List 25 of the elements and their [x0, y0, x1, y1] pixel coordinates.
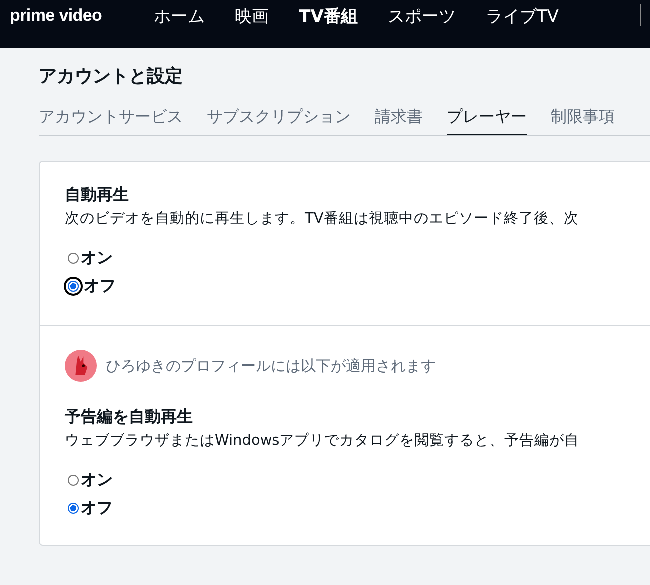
- tab[interactable]: プレーヤー: [447, 103, 527, 135]
- page-title: アカウントと設定: [39, 65, 184, 88]
- nav-link[interactable]: TV番組: [299, 4, 358, 28]
- radio-button[interactable]: [68, 475, 79, 486]
- tab[interactable]: サブスクリプション: [207, 103, 351, 135]
- tab[interactable]: 制限事項: [551, 103, 615, 135]
- option-label: オン: [81, 248, 113, 269]
- radio-button[interactable]: [68, 503, 79, 514]
- nav-link[interactable]: ホーム: [154, 4, 206, 28]
- profile-note: ひろゆきのプロフィールには以下が適用されます: [106, 356, 436, 376]
- section-description: 次のビデオを自動的に再生します。TV番組は視聴中のエピソード終了後、次: [65, 210, 580, 228]
- logo[interactable]: prime video: [10, 6, 102, 26]
- tab[interactable]: アカウントサービス: [39, 103, 183, 135]
- nav-link[interactable]: ライブTV: [486, 4, 559, 28]
- avatar-icon: [65, 350, 97, 382]
- option-label: オフ: [84, 276, 116, 297]
- nav-link[interactable]: 映画: [235, 4, 270, 28]
- section-heading: 予告編を自動再生: [65, 407, 194, 428]
- radio-button[interactable]: [68, 253, 79, 264]
- section-description: ウェブブラウザまたはWindowsアプリでカタログを閲覧すると、予告編が自: [65, 432, 581, 450]
- option-label: オフ: [81, 498, 113, 519]
- nav-link[interactable]: スポーツ: [388, 4, 456, 28]
- tab[interactable]: 請求書: [375, 103, 423, 135]
- option-label: オン: [81, 470, 113, 491]
- section-heading: 自動再生: [65, 185, 130, 206]
